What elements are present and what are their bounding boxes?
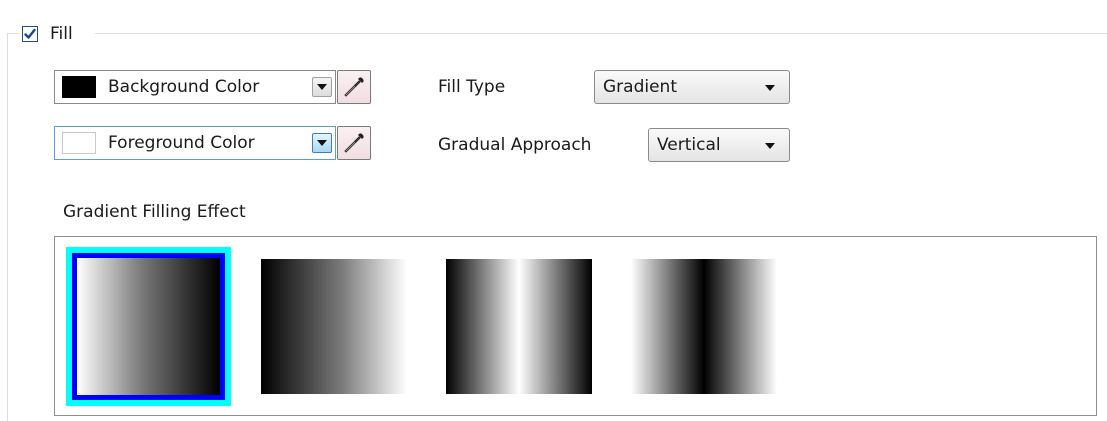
background-color-picker-button[interactable] [337,70,371,104]
group-frame-left-stub [7,33,19,34]
chevron-down-icon [317,84,327,90]
fill-type-label: Fill Type [438,77,506,97]
gradient-preview [72,253,225,400]
foreground-color-picker-button[interactable] [337,126,371,160]
chevron-down-icon [765,143,775,149]
group-frame-top [95,33,1107,34]
gradual-approach-value: Vertical [657,135,721,155]
background-color-dropdown-button[interactable] [312,77,332,97]
background-color-swatch [62,76,96,98]
gradual-approach-label: Gradual Approach [438,135,592,155]
fill-checkbox[interactable] [22,22,46,46]
gradient-option-dark-to-light[interactable] [261,259,407,394]
gradient-option-light-dark-light[interactable] [631,259,777,394]
foreground-color-label: Foreground Color [108,133,255,153]
eyedropper-icon [344,133,364,153]
foreground-color-dropdown-button[interactable] [312,133,332,153]
gradient-effects-panel [54,236,1097,416]
chevron-down-icon [765,85,775,91]
background-color-label: Background Color [108,77,260,97]
group-frame-left [7,33,8,421]
background-color-dropdown[interactable]: Background Color [54,70,336,104]
checkbox-box[interactable] [22,26,38,42]
checkmark-icon [24,28,36,39]
chevron-down-icon [317,140,327,146]
fill-label: Fill [50,23,77,45]
fill-type-select[interactable]: Gradient [594,70,790,104]
gradient-option-light-to-dark[interactable] [66,247,231,406]
foreground-color-swatch [62,132,96,154]
eyedropper-icon [344,77,364,97]
gradual-approach-select[interactable]: Vertical [648,128,790,162]
fill-type-value: Gradient [603,77,677,97]
gradient-option-dark-light-dark[interactable] [446,259,592,394]
gradient-effect-heading: Gradient Filling Effect [63,202,246,222]
foreground-color-dropdown[interactable]: Foreground Color [54,126,336,160]
